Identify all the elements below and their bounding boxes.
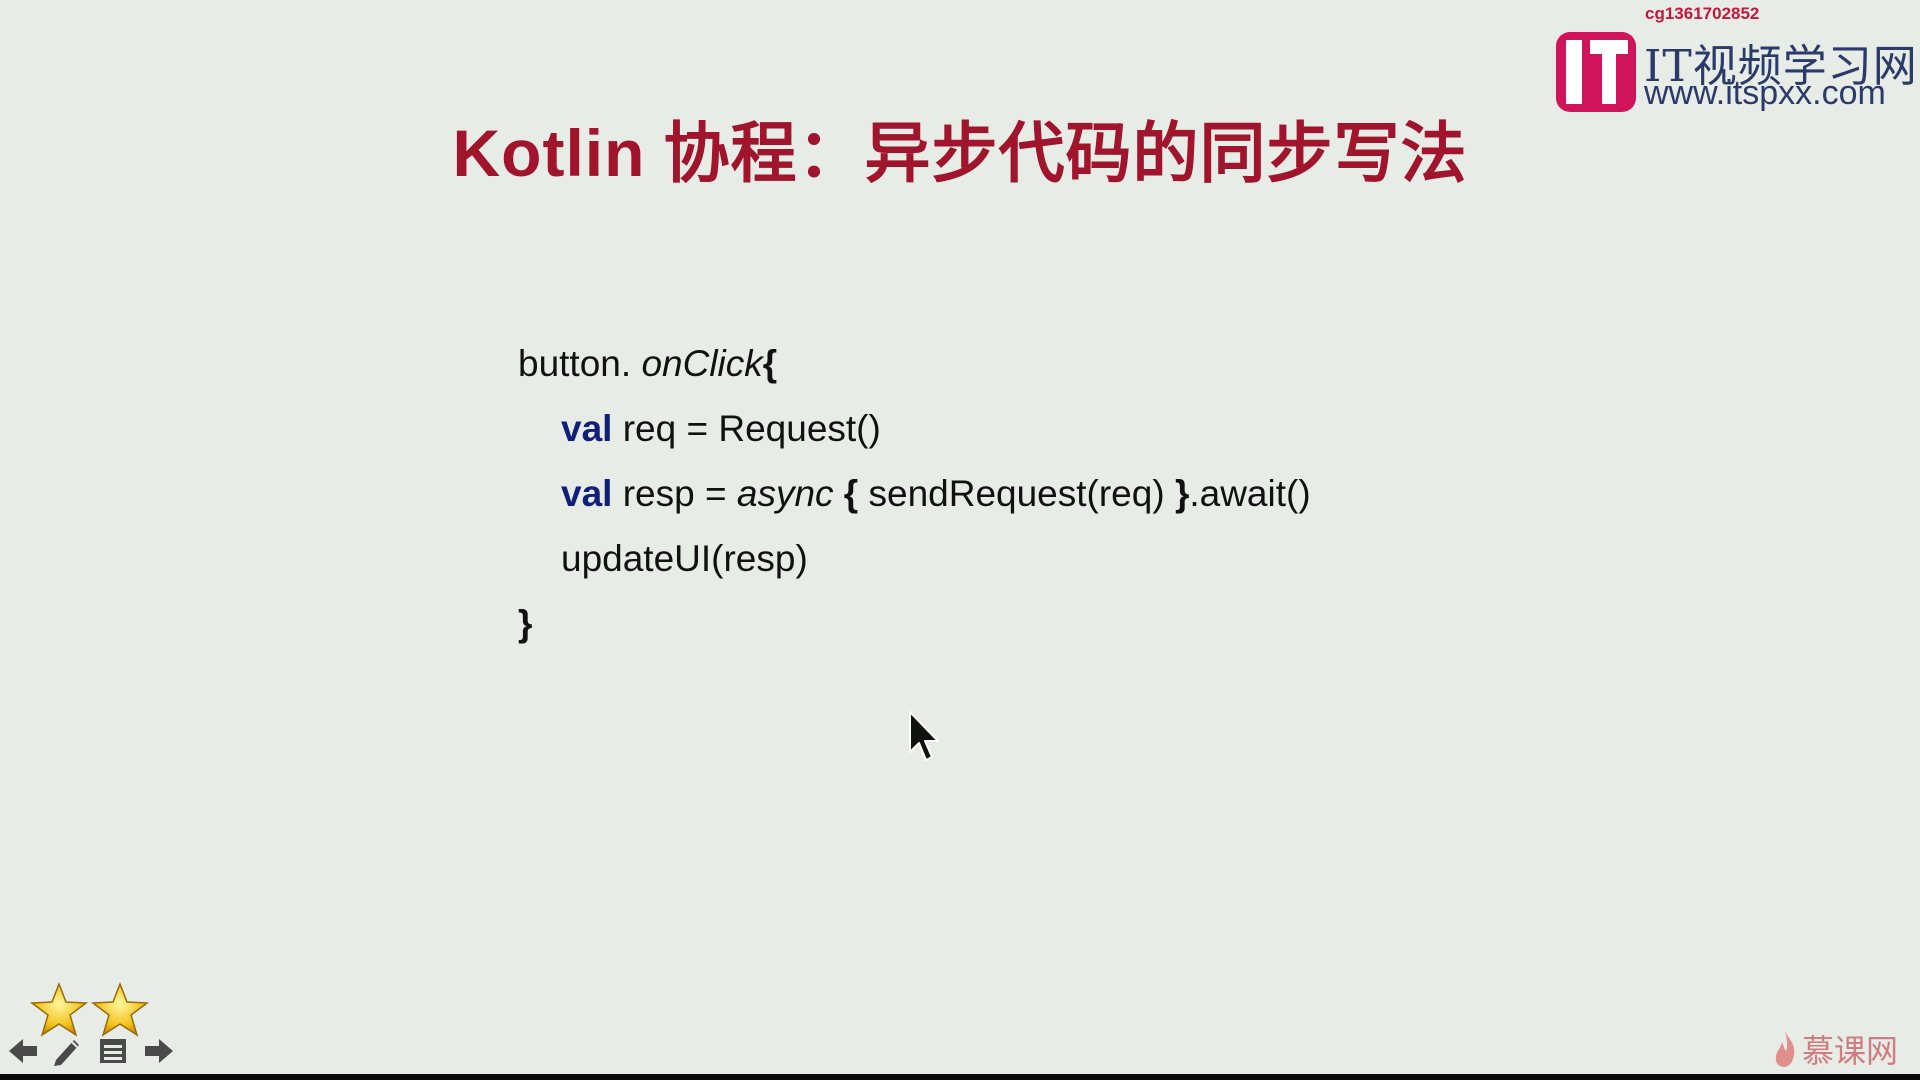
- menu-icon[interactable]: [96, 1034, 130, 1068]
- code-update-ui: updateUI(resp): [561, 538, 808, 579]
- code-open-brace: {: [762, 343, 778, 384]
- code-onclick: onClick: [641, 343, 763, 384]
- code-resp-assign: resp =: [612, 473, 737, 514]
- code-line-4: updateUI(resp): [561, 537, 808, 581]
- watermark-id: cg1361702852: [1645, 4, 1760, 23]
- slide-title: Kotlin 协程：异步代码的同步写法: [0, 100, 1920, 196]
- code-await: .await(): [1189, 473, 1311, 514]
- star-icon[interactable]: [91, 982, 149, 1038]
- code-async: async: [736, 473, 834, 514]
- slide-title-cn: 协程：异步代码的同步写法: [663, 116, 1468, 190]
- code-async-close-brace: }: [1174, 473, 1190, 514]
- code-async-open-brace: {: [833, 473, 869, 514]
- arrow-right-icon[interactable]: [142, 1034, 176, 1068]
- pencil-icon[interactable]: [50, 1034, 84, 1068]
- code-keyword-val: val: [561, 473, 613, 514]
- bottom-bar: [0, 1074, 1920, 1080]
- code-line-1: button. onClick{: [518, 342, 777, 386]
- mouse-cursor-icon: [909, 711, 939, 761]
- code-req-decl: req = Request(): [612, 408, 881, 449]
- brand-watermark: 慕课网: [1772, 1026, 1898, 1072]
- slide: cg1361702852 IT视频学习网 www.itspxx.com Kotl…: [0, 0, 1920, 1074]
- code-keyword-val: val: [561, 408, 613, 449]
- code-close-brace: }: [518, 603, 533, 644]
- code-line-2: val req = Request(): [561, 407, 881, 451]
- code-line-3: val resp = async { sendRequest(req) }.aw…: [561, 472, 1311, 516]
- code-send-request: sendRequest(req): [868, 473, 1175, 514]
- slide-title-en: Kotlin: [452, 116, 646, 190]
- code-line-5: }: [518, 602, 532, 646]
- star-icon[interactable]: [30, 982, 88, 1038]
- code-receiver: button.: [518, 343, 632, 384]
- flame-icon: [1775, 1031, 1795, 1067]
- arrow-left-icon[interactable]: [6, 1034, 40, 1068]
- brand-text: 慕课网: [1802, 1032, 1899, 1070]
